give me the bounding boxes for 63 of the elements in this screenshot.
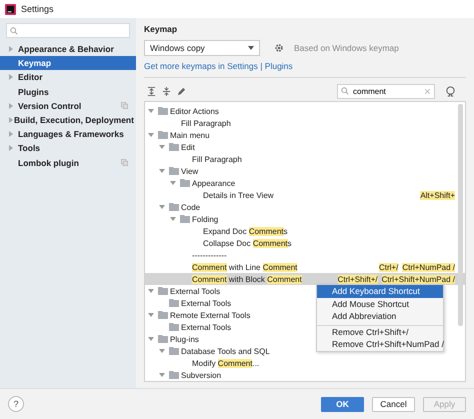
caret-icon	[248, 46, 254, 50]
tree-item[interactable]: Main menu	[170, 130, 210, 140]
tree-item[interactable]: Fill Paragraph	[192, 154, 242, 164]
tree-item[interactable]: Editor Actions	[170, 106, 219, 116]
sidebar-item[interactable]: Editor	[0, 70, 136, 85]
tree-item[interactable]: External Tools	[170, 286, 220, 296]
shortcut-text: Ctrl+NumPad /	[402, 262, 455, 272]
sidebar-item[interactable]: Plugins	[0, 84, 136, 99]
tree-item[interactable]: Details in Tree View	[203, 190, 274, 200]
dialog-button[interactable]: OK	[321, 396, 364, 412]
tree-item[interactable]: External Tools	[181, 298, 232, 308]
keymaps-link[interactable]: Get more keymaps in Settings | Plugins	[144, 61, 466, 71]
help-button[interactable]: ?	[8, 396, 24, 412]
search-field[interactable]: comment	[337, 84, 435, 98]
menu-item[interactable]: Remove Ctrl+Shift+/	[317, 324, 443, 338]
sidebar-item[interactable]: Languages & Frameworks	[0, 127, 136, 142]
search-field[interactable]	[6, 23, 130, 38]
search-icon	[10, 26, 18, 34]
tree-item[interactable]: Edit	[181, 142, 195, 152]
search-icon	[341, 87, 349, 95]
sidebar-item[interactable]: Lombok plugin	[0, 156, 136, 170]
scrollbar[interactable]	[458, 104, 463, 326]
folder-icon	[158, 107, 168, 115]
shortcut-text: Ctrl+Shift+/	[338, 274, 378, 284]
tree-item[interactable]: Expand Doc Comments	[203, 226, 288, 236]
app-icon	[5, 4, 16, 14]
sidebar-item[interactable]: Keymap	[0, 56, 136, 70]
expand-all-icon[interactable]	[147, 86, 156, 96]
tree-item[interactable]: Database Tools and SQL	[181, 346, 270, 356]
shortcut-text: Alt+Shift+	[420, 190, 455, 200]
tree-item[interactable]: Remote External Tools	[170, 310, 250, 320]
settings-icon[interactable]	[274, 43, 284, 53]
shortcut-text: Ctrl+Shift+NumPad /	[382, 274, 455, 284]
sidebar-item[interactable]: Appearance & Behavior	[0, 42, 136, 56]
find-shortcut-icon[interactable]	[445, 86, 456, 96]
menu-item[interactable]: Add Mouse Shortcut	[317, 298, 443, 310]
shortcut-text: Ctrl+/	[378, 262, 398, 272]
sidebar-item[interactable]: Version Control	[0, 98, 136, 113]
collapse-all-icon[interactable]	[162, 86, 171, 96]
folder-icon	[169, 371, 179, 379]
tree-item[interactable]: -------------	[192, 250, 227, 260]
tree-item[interactable]: Folding	[192, 214, 218, 224]
tree-item[interactable]: Comment with Line Comment	[192, 262, 298, 272]
pencil-icon[interactable]	[177, 86, 186, 96]
tree-item[interactable]: Comment with Block Comment	[192, 274, 302, 284]
tree-item[interactable]: Fill Paragraph	[181, 118, 231, 128]
tree-item[interactable]: Collapse Doc Comments	[203, 238, 292, 248]
menu-item[interactable]: Remove Ctrl+Shift+NumPad /	[317, 338, 443, 350]
window-title: Settings	[21, 4, 54, 14]
page-title: Keymap	[144, 24, 178, 36]
sidebar-item[interactable]: Build, Execution, Deployment	[0, 112, 136, 128]
tree-item[interactable]: Code	[181, 202, 200, 212]
tree-item[interactable]: View	[181, 166, 198, 176]
sidebar-item[interactable]: Tools	[0, 141, 136, 156]
keymap-dropdown[interactable]: Windows copy	[144, 40, 260, 56]
tree-item[interactable]: Subversion	[181, 370, 222, 380]
tree-item[interactable]: Plug-ins	[170, 334, 199, 344]
menu-item[interactable]: Add Keyboard Shortcut	[317, 285, 443, 298]
dialog-button[interactable]: Cancel	[372, 396, 415, 412]
menu-item[interactable]: Add Abbreviation	[317, 310, 443, 322]
tree-item[interactable]: Appearance	[192, 178, 236, 188]
based-on-text: Based on Windows keymap	[294, 43, 399, 53]
tree-item[interactable]: External Tools	[181, 322, 232, 332]
